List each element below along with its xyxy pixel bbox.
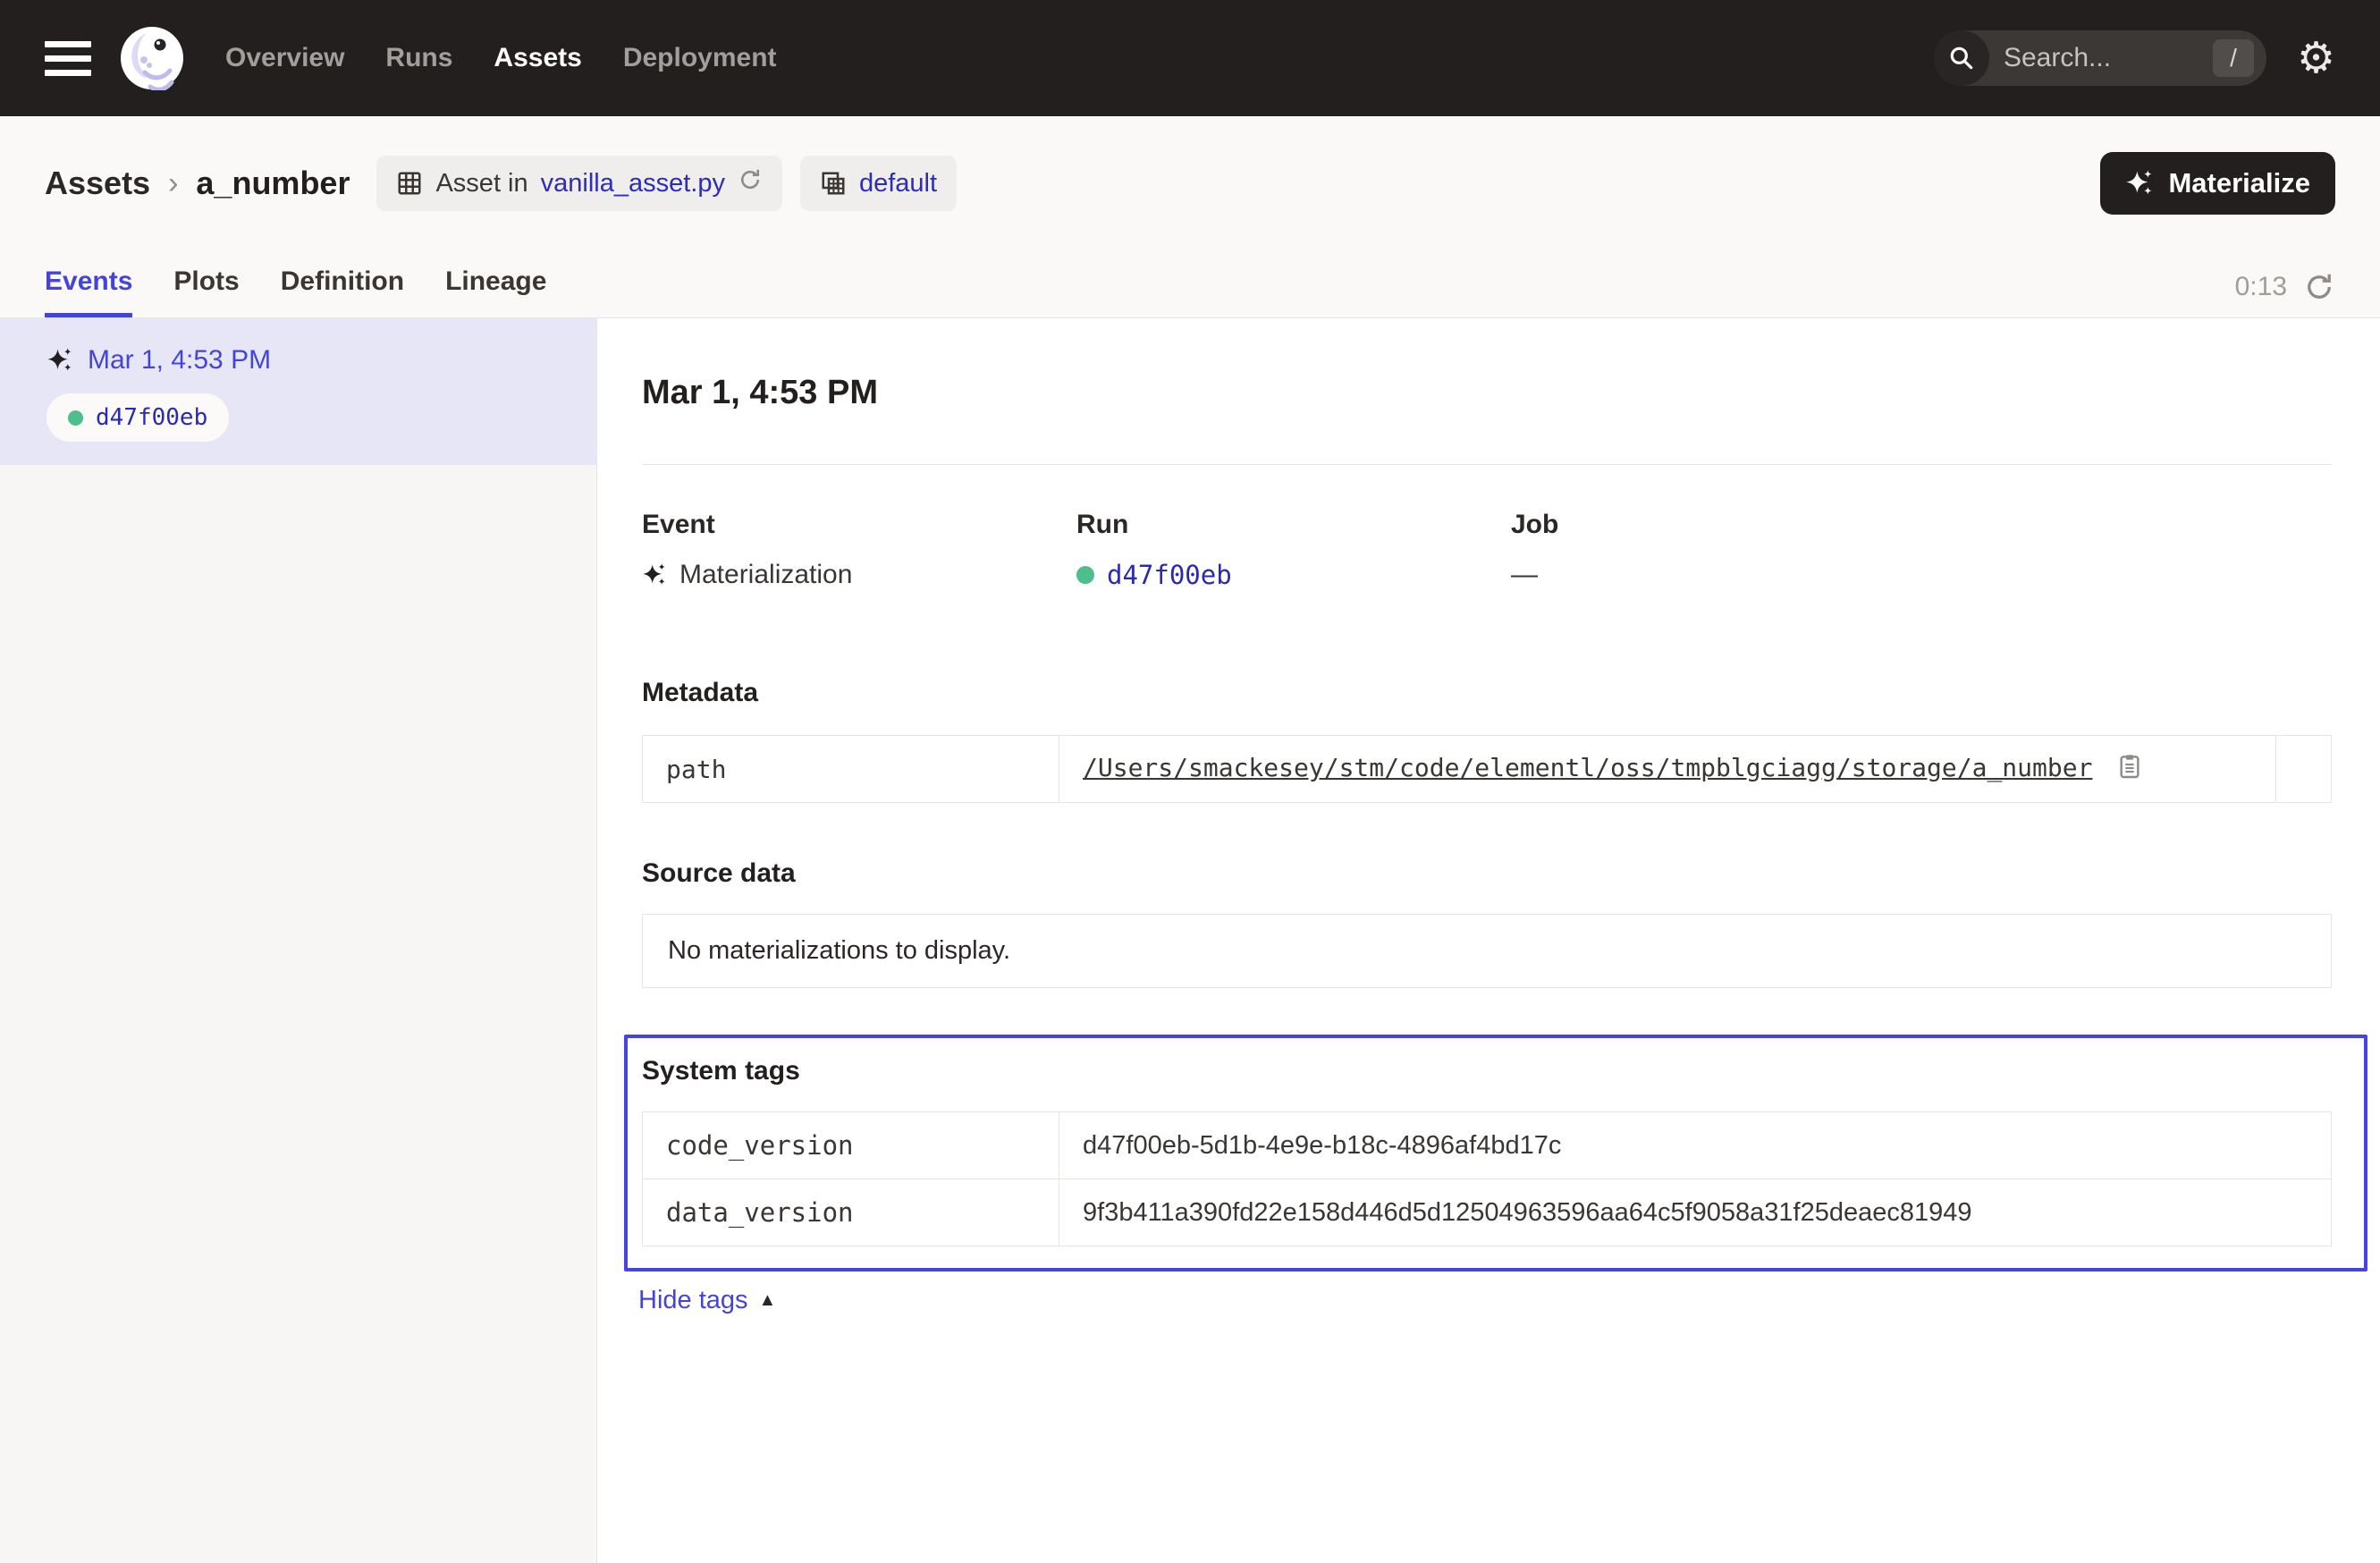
job-column: Job — [1511, 510, 2332, 590]
table-row: data_version 9f3b411a390fd22e158d446d5d1… [643, 1179, 2332, 1246]
metadata-table: path /Users/smackesey/stm/code/elementl/… [642, 735, 2332, 803]
run-id: d47f00eb [96, 404, 207, 431]
nav-assets[interactable]: Assets [494, 43, 581, 73]
hide-tags-link[interactable]: Hide tags ▲ [638, 1286, 776, 1315]
search-input[interactable] [1989, 43, 2213, 73]
settings-gear-icon[interactable]: ⚙ [2297, 37, 2335, 80]
run-column-label: Run [1076, 510, 1511, 540]
asset-chip-prefix: Asset in [435, 169, 527, 199]
primary-nav: Overview Runs Assets Deployment [225, 43, 777, 73]
event-column: Event Materialization [642, 510, 1076, 590]
metadata-key: path [643, 736, 1059, 803]
run-status-dot [1076, 566, 1094, 584]
event-detail-title: Mar 1, 4:53 PM [642, 374, 2332, 412]
top-nav: Overview Runs Assets Deployment / ⚙ [0, 0, 2380, 116]
tab-events[interactable]: Events [45, 266, 132, 317]
metadata-section: Metadata path /Users/smackesey/stm/code/… [642, 678, 2332, 803]
refresh-countdown: 0:13 [2235, 272, 2287, 302]
source-data-empty-message: No materializations to display. [642, 914, 2332, 988]
source-data-heading: Source data [642, 858, 2332, 889]
event-timestamp: Mar 1, 4:53 PM [88, 345, 271, 376]
event-detail-panel: Mar 1, 4:53 PM Event Materialization Run [597, 318, 2380, 1563]
system-tags-section-highlighted: System tags code_version d47f00eb-5d1b-4… [624, 1035, 2367, 1272]
menu-icon[interactable] [45, 41, 91, 76]
code-location-chip[interactable]: default [800, 156, 957, 211]
reload-definitions-icon[interactable] [738, 167, 763, 199]
search-icon [1934, 30, 1989, 86]
system-tag-key: code_version [643, 1112, 1059, 1179]
asset-definition-chip[interactable]: Asset in vanilla_asset.py [376, 156, 782, 211]
materialization-sparkle-icon [46, 347, 73, 374]
table-row: path /Users/smackesey/stm/code/elementl/… [643, 736, 2332, 803]
search-box[interactable]: / [1934, 30, 2266, 86]
nav-runs[interactable]: Runs [385, 43, 452, 73]
code-location-link[interactable]: default [859, 169, 937, 199]
hide-tags-label: Hide tags [638, 1286, 748, 1315]
job-empty-value: — [1511, 560, 1538, 590]
system-tag-key: data_version [643, 1179, 1059, 1246]
event-column-label: Event [642, 510, 1076, 540]
system-tag-value: 9f3b411a390fd22e158d446d5d12504963596aa6… [1059, 1179, 2332, 1246]
sparkle-icon [2125, 169, 2154, 198]
run-status-dot [68, 410, 83, 426]
search-shortcut-badge: / [2213, 39, 2254, 77]
page-header: Assets › a_number Asset in vanilla_asset… [0, 116, 2380, 250]
breadcrumb-assets[interactable]: Assets [45, 165, 150, 202]
code-location-icon [820, 170, 847, 197]
system-tag-value: d47f00eb-5d1b-4e9e-b18c-4896af4bd17c [1059, 1112, 2332, 1179]
table-row: code_version d47f00eb-5d1b-4e9e-b18c-489… [643, 1112, 2332, 1179]
metadata-path-link[interactable]: /Users/smackesey/stm/code/elementl/oss/t… [1083, 753, 2092, 782]
system-tags-table: code_version d47f00eb-5d1b-4e9e-b18c-489… [642, 1111, 2332, 1246]
copy-icon[interactable] [2115, 758, 2144, 786]
event-type-value: Materialization [679, 560, 852, 590]
metadata-heading: Metadata [642, 678, 2332, 708]
event-list-sidebar: Mar 1, 4:53 PM d47f00eb [0, 318, 597, 1563]
system-tags-heading: System tags [642, 1056, 2332, 1086]
job-column-label: Job [1511, 510, 2332, 540]
breadcrumb-separator: › [168, 166, 178, 201]
tab-bar: Events Plots Definition Lineage 0:13 [0, 250, 2380, 318]
refresh-icon[interactable] [2303, 271, 2335, 303]
nav-overview[interactable]: Overview [225, 43, 344, 73]
tab-lineage[interactable]: Lineage [445, 266, 546, 317]
nav-deployment[interactable]: Deployment [623, 43, 777, 73]
dagster-logo-icon [120, 26, 184, 90]
breadcrumb-asset-name: a_number [196, 165, 350, 202]
source-data-section: Source data No materializations to displ… [642, 858, 2332, 988]
asset-grid-icon [396, 170, 423, 197]
asset-file-link[interactable]: vanilla_asset.py [541, 169, 725, 199]
run-column: Run d47f00eb [1076, 510, 1511, 590]
materialize-button[interactable]: Materialize [2100, 152, 2335, 215]
run-badge[interactable]: d47f00eb [46, 393, 229, 442]
tab-definition[interactable]: Definition [281, 266, 404, 317]
caret-up-icon: ▲ [759, 1290, 777, 1311]
event-list-item[interactable]: Mar 1, 4:53 PM d47f00eb [0, 318, 596, 465]
materialize-button-label: Materialize [2168, 167, 2310, 199]
run-id-link[interactable]: d47f00eb [1107, 560, 1232, 590]
materialization-sparkle-icon [642, 562, 667, 587]
tab-plots[interactable]: Plots [173, 266, 239, 317]
